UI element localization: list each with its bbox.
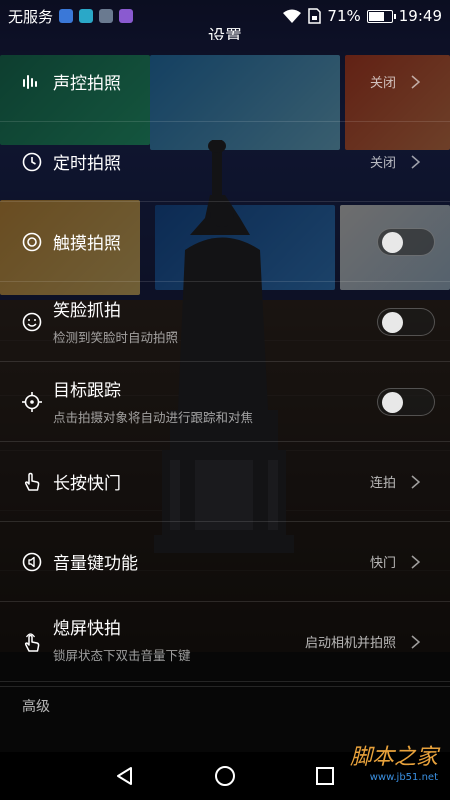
- setting-title: 目标跟踪: [53, 381, 121, 401]
- setting-screen-off-snapshot[interactable]: 熄屏快拍 锁屏状态下双击音量下键 启动相机并拍照: [0, 602, 450, 682]
- back-icon[interactable]: [113, 764, 137, 788]
- object-tracking-toggle[interactable]: [377, 387, 435, 416]
- voice-bars-icon: [23, 74, 37, 89]
- setting-value: 启动相机并拍照: [304, 636, 396, 651]
- sim-card-icon: [308, 8, 322, 24]
- setting-title: 熄屏快拍: [53, 619, 121, 639]
- chevron-right-icon: [411, 634, 420, 649]
- setting-title: 触摸拍照: [53, 234, 121, 254]
- wifi-icon: [283, 9, 302, 23]
- setting-long-press-shutter[interactable]: 长按快门 连拍: [0, 442, 450, 522]
- setting-value: 关闭: [369, 76, 396, 91]
- toggle-knob: [382, 231, 403, 253]
- hand-double-tap-icon: [24, 632, 40, 652]
- hand-press-icon: [24, 472, 40, 491]
- setting-smile-capture[interactable]: 笑脸抓拍 检测到笑脸时自动拍照: [0, 282, 450, 362]
- watermark-logo-text: 脚本之家: [349, 745, 438, 770]
- setting-object-tracking[interactable]: 目标跟踪 点击拍摄对象将自动进行跟踪和对焦: [0, 362, 450, 442]
- watermark-url: www.jb51.net: [369, 772, 438, 783]
- setting-title: 声控拍照: [53, 74, 121, 94]
- toggle-knob: [382, 311, 403, 333]
- chevron-right-icon: [411, 554, 420, 569]
- battery-percent: 71%: [327, 7, 361, 25]
- volume-key-icon: [22, 552, 42, 571]
- crosshair-icon: [22, 391, 42, 412]
- setting-timer-capture[interactable]: 定时拍照 关闭: [0, 122, 450, 202]
- clock-time: 19:49: [398, 7, 442, 25]
- setting-value: 关闭: [369, 156, 396, 171]
- setting-subtitle: 锁屏状态下双击音量下键: [53, 648, 191, 663]
- app-notification-icon: [79, 9, 94, 23]
- home-icon[interactable]: [213, 764, 237, 788]
- section-header-advanced: 高级: [0, 686, 450, 726]
- setting-value: 连拍: [369, 476, 396, 491]
- setting-subtitle: 点击拍摄对象将自动进行跟踪和对焦: [53, 410, 254, 425]
- watermark: 脚本之家 www.jb51.net: [318, 745, 438, 785]
- setting-touch-capture[interactable]: 触摸拍照: [0, 202, 450, 282]
- chevron-right-icon: [411, 474, 420, 489]
- setting-voice-capture[interactable]: 声控拍照 关闭: [0, 42, 450, 122]
- touch-target-icon: [22, 232, 42, 251]
- setting-value: 快门: [369, 556, 396, 571]
- app-notification-icon: [99, 9, 114, 23]
- setting-subtitle: 检测到笑脸时自动拍照: [53, 330, 179, 345]
- page-title: 设置: [208, 27, 242, 40]
- settings-list: 声控拍照 关闭 定时拍照 关闭 触摸拍照 笑脸抓拍 检测到笑脸时自动拍照 目标跟…: [0, 42, 450, 682]
- clock-icon: [22, 152, 42, 171]
- setting-title: 长按快门: [53, 474, 121, 494]
- setting-volume-key-function[interactable]: 音量键功能 快门: [0, 522, 450, 602]
- smile-icon: [22, 312, 42, 331]
- toggle-knob: [382, 391, 403, 413]
- smile-capture-toggle[interactable]: [377, 307, 435, 336]
- setting-title: 笑脸抓拍: [53, 301, 121, 321]
- setting-title: 音量键功能: [53, 554, 138, 574]
- battery-icon: [366, 9, 396, 23]
- chevron-right-icon: [411, 154, 420, 169]
- setting-title: 定时拍照: [53, 154, 121, 174]
- app-notification-icon: [59, 9, 74, 23]
- chevron-right-icon: [411, 74, 420, 89]
- touch-capture-toggle[interactable]: [377, 227, 435, 256]
- app-notification-icon: [119, 9, 134, 23]
